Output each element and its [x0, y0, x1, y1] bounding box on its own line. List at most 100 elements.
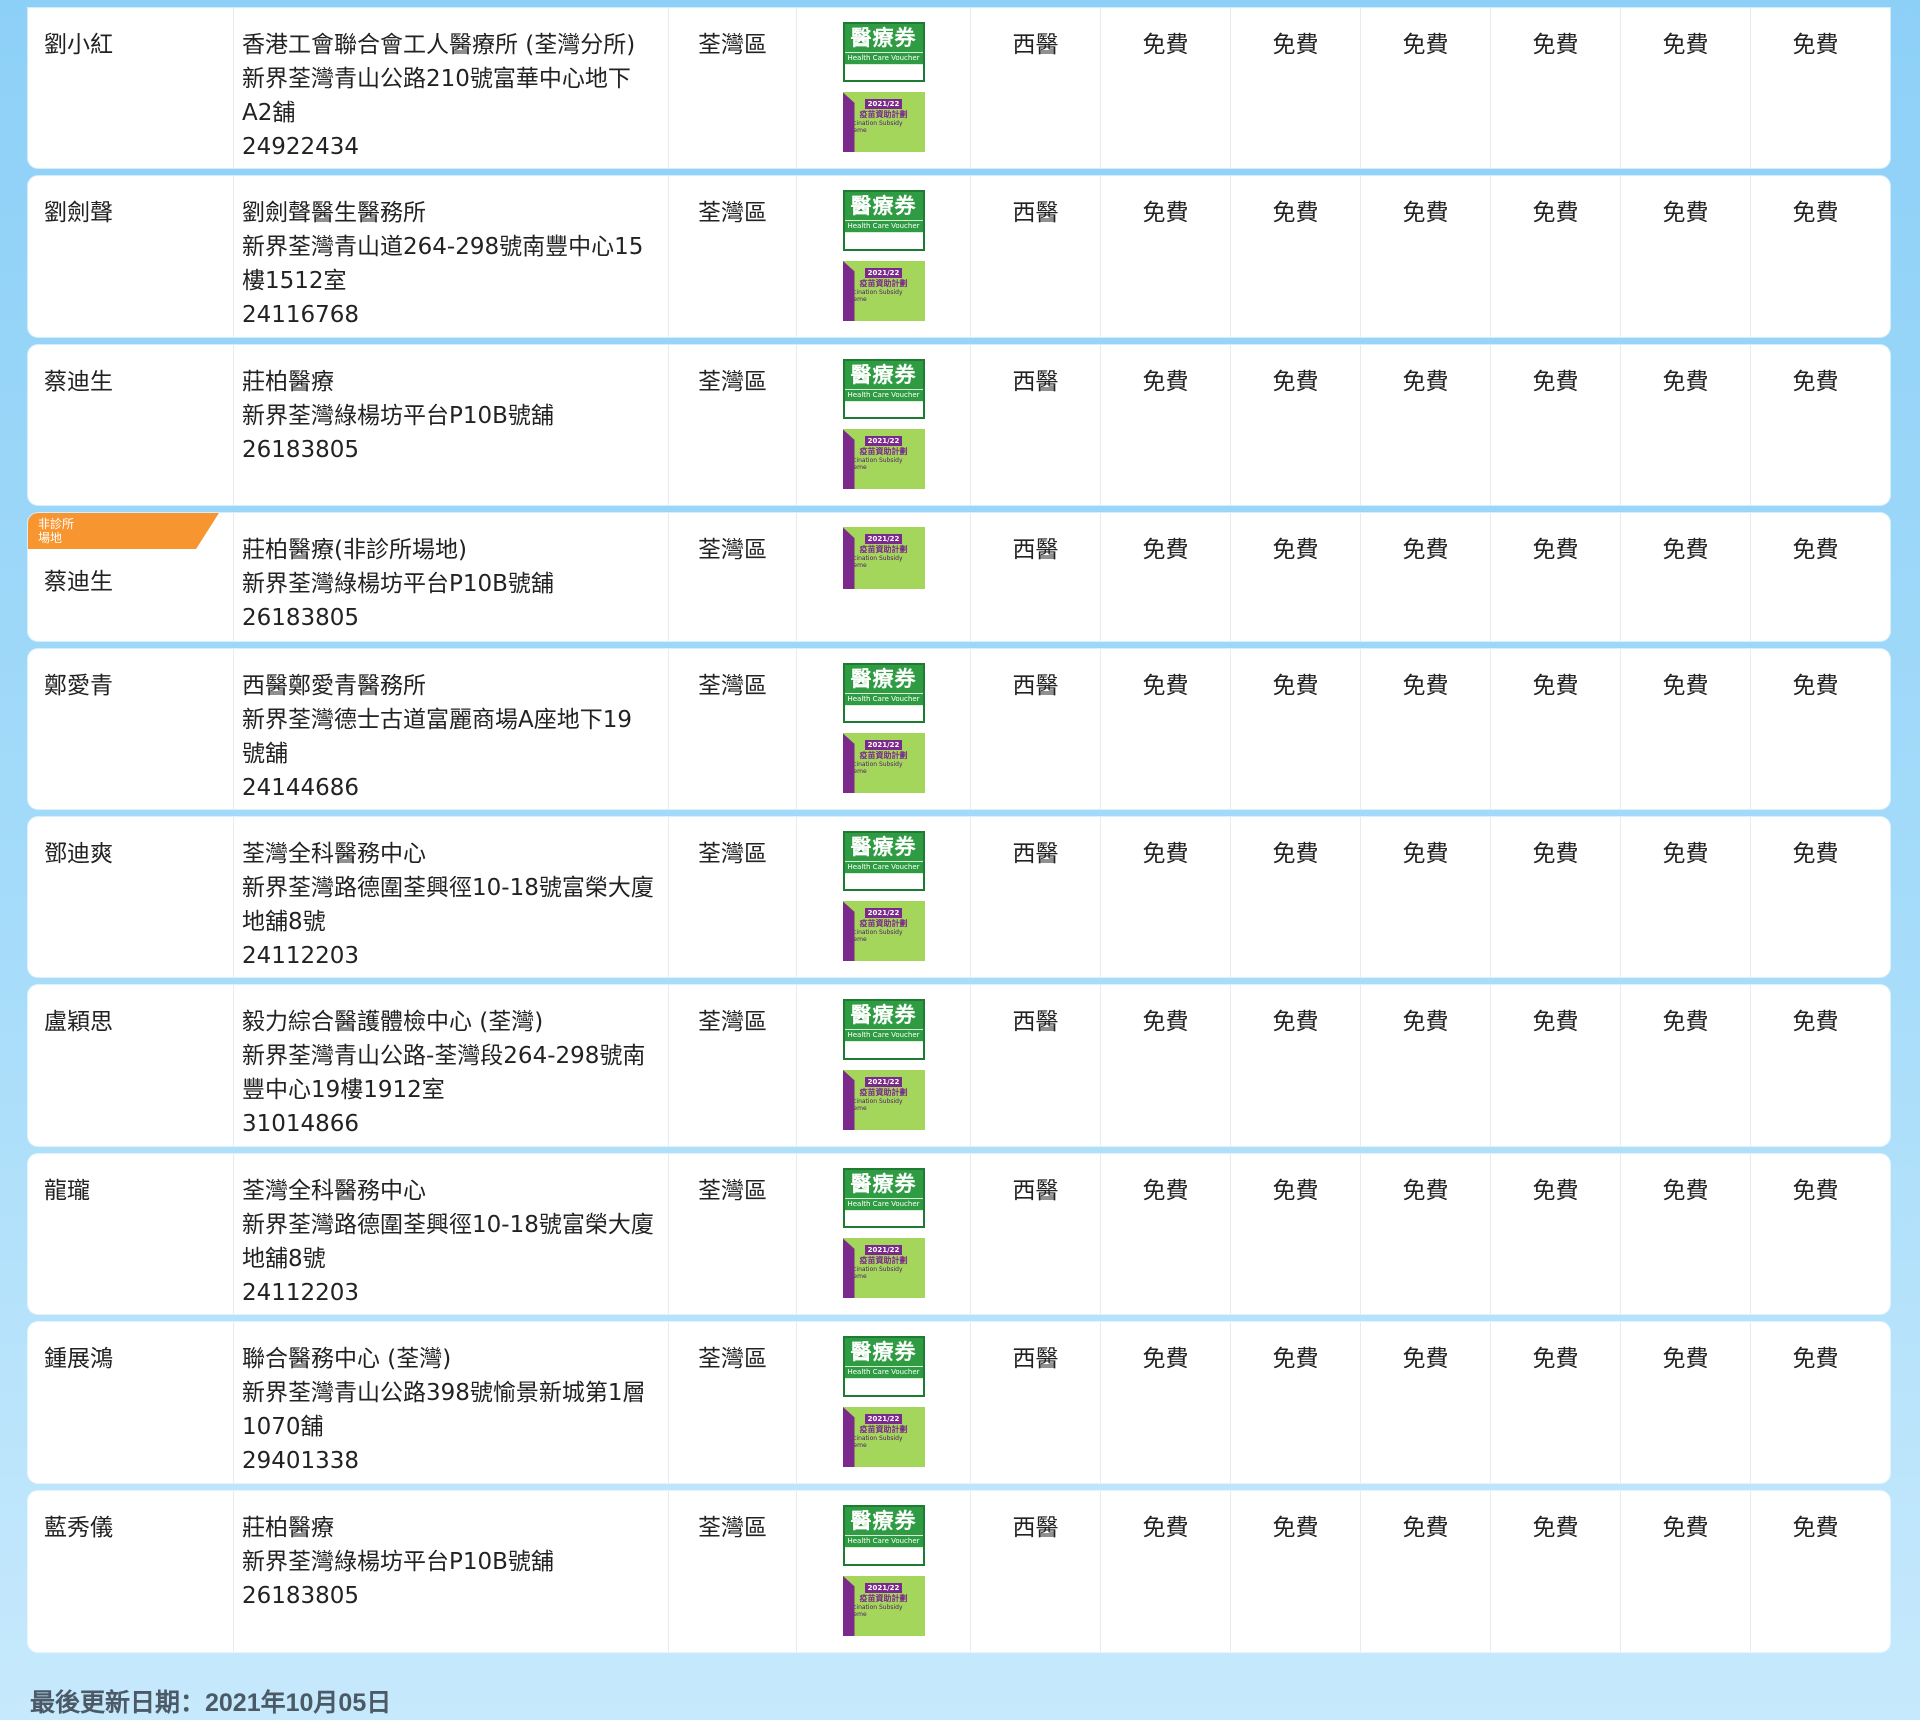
table-row: 鄭愛青 西醫鄭愛青醫務所 新界荃灣德士古道富麗商場A座地下19號舖 241446… — [28, 649, 1890, 809]
fee-cell: 免費 — [1491, 8, 1621, 168]
clinic-phone[interactable]: 24112203 — [242, 939, 654, 973]
fee-cell: 免費 — [1361, 1491, 1491, 1652]
doctor-name-cell: 非診所 場地蔡迪生 — [28, 513, 234, 641]
scheme-cell: 醫療券 Health Care Voucher 2021/22 疫苗資助計劃 V… — [797, 985, 971, 1146]
doctor-type-cell: 西醫 — [971, 985, 1101, 1146]
doctor-type-cell: 西醫 — [971, 8, 1101, 168]
clinic-phone[interactable]: 26183805 — [242, 1579, 654, 1613]
doctor-name-cell: 劉小紅 — [28, 8, 234, 168]
health-care-voucher-icon: 醫療券 Health Care Voucher — [842, 1168, 925, 1229]
fee-cell: 免費 — [1231, 8, 1361, 168]
fee-cell: 免費 — [1101, 345, 1231, 505]
clinic-info-cell: 莊柏醫療(非診所場地) 新界荃灣綠楊坊平台P10B號舖 26183805 — [234, 513, 669, 641]
clinic-address: 新界荃灣路德圍荃興徑10-18號富榮大廈地舖8號 — [242, 875, 654, 935]
clinic-phone[interactable]: 29401338 — [242, 1444, 654, 1478]
doctor-name[interactable]: 藍秀儀 — [44, 1511, 219, 1545]
district-cell: 荃灣區 — [669, 8, 797, 168]
district-cell: 荃灣區 — [669, 649, 797, 809]
doctor-name-cell: 盧穎思 — [28, 985, 234, 1146]
fee-cell: 免費 — [1361, 176, 1491, 337]
fee-cell: 免費 — [1621, 513, 1751, 641]
fee-cell: 免費 — [1101, 8, 1231, 168]
table-row: 藍秀儀 莊柏醫療 新界荃灣綠楊坊平台P10B號舖 26183805 荃灣區 醫療… — [28, 1491, 1890, 1652]
clinic-info-cell: 劉劍聲醫生醫務所 新界荃灣青山道264-298號南豐中心15樓1512室 241… — [234, 176, 669, 337]
fee-cell: 免費 — [1792, 673, 1839, 699]
non-clinic-badge: 非診所 場地 — [28, 513, 219, 549]
clinic-name: 西醫鄭愛青醫務所 — [242, 673, 426, 699]
fee-cell: 免費 — [1792, 1346, 1839, 1372]
doctor-name[interactable]: 鄧迪爽 — [44, 837, 219, 871]
clinic-info-cell: 聯合醫務中心 (荃灣) 新界荃灣青山公路398號愉景新城第1層1070舖 294… — [234, 1322, 669, 1483]
fee-cell: 免費 — [1792, 841, 1839, 867]
fee-cell: 免費 — [1491, 345, 1621, 505]
clinic-name: 劉劍聲醫生醫務所 — [242, 200, 426, 226]
table-row: 非診所 場地蔡迪生 莊柏醫療(非診所場地) 新界荃灣綠楊坊平台P10B號舖 26… — [28, 513, 1890, 641]
district-cell: 荃灣區 — [669, 1154, 797, 1314]
clinic-phone[interactable]: 24116768 — [242, 298, 654, 332]
clinic-phone[interactable]: 24144686 — [242, 771, 654, 805]
health-care-voucher-icon: 醫療券 Health Care Voucher — [842, 190, 925, 251]
clinic-address: 新界荃灣青山道264-298號南豐中心15樓1512室 — [242, 234, 644, 294]
scheme-cell: 醫療券 Health Care Voucher 2021/22 疫苗資助計劃 V… — [797, 649, 971, 809]
doctor-name[interactable]: 劉小紅 — [44, 28, 219, 62]
vaccination-subsidy-scheme-icon: 2021/22 疫苗資助計劃 Vaccination Subsidy Schem… — [842, 92, 925, 152]
fee-cell: 免費 — [1621, 345, 1751, 505]
clinic-info-cell: 荃灣全科醫務中心 新界荃灣路德圍荃興徑10-18號富榮大廈地舖8號 241122… — [234, 1154, 669, 1314]
doctor-type-cell: 西醫 — [971, 649, 1101, 809]
fee-cell: 免費 — [1361, 985, 1491, 1146]
vaccination-subsidy-scheme-icon: 2021/22 疫苗資助計劃 Vaccination Subsidy Schem… — [842, 527, 925, 589]
doctor-name[interactable]: 龍瓏 — [44, 1174, 219, 1208]
fee-cell: 免費 — [1792, 1515, 1839, 1541]
district-cell: 荃灣區 — [669, 345, 797, 505]
fee-cell: 免費 — [1231, 176, 1361, 337]
fee-cell: 免費 — [1621, 649, 1751, 809]
health-care-voucher-icon: 醫療券 Health Care Voucher — [842, 359, 925, 420]
scheme-cell: 醫療券 Health Care Voucher 2021/22 疫苗資助計劃 V… — [797, 8, 971, 168]
scheme-cell: 醫療券 Health Care Voucher 2021/22 疫苗資助計劃 V… — [797, 345, 971, 505]
doctor-name[interactable]: 鍾展鴻 — [44, 1342, 219, 1376]
clinic-name: 莊柏醫療 — [242, 1515, 334, 1541]
clinic-phone[interactable]: 24922434 — [242, 130, 654, 164]
fee-cell: 免費 — [1231, 345, 1361, 505]
clinic-address: 新界荃灣青山公路210號富華中心地下A2舖 — [242, 66, 631, 126]
doctor-name[interactable]: 劉劍聲 — [44, 196, 219, 230]
doctor-name[interactable]: 盧穎思 — [44, 1005, 219, 1039]
clinic-address: 新界荃灣青山公路398號愉景新城第1層1070舖 — [242, 1380, 646, 1440]
doctor-name-cell: 鍾展鴻 — [28, 1322, 234, 1483]
health-care-voucher-icon: 醫療券 Health Care Voucher — [842, 1505, 925, 1566]
doctor-name-cell: 蔡迪生 — [28, 345, 234, 505]
table-row: 盧穎思 毅力綜合醫護體檢中心 (荃灣) 新界荃灣青山公路-荃灣段264-298號… — [28, 985, 1890, 1146]
clinic-phone[interactable]: 26183805 — [242, 433, 654, 467]
clinic-phone[interactable]: 26183805 — [242, 601, 654, 635]
fee-cell: 免費 — [1231, 985, 1361, 1146]
doctor-name[interactable]: 蔡迪生 — [44, 565, 219, 599]
table-row: 劉小紅 香港工會聯合會工人醫療所 (荃灣分所) 新界荃灣青山公路210號富華中心… — [28, 8, 1890, 168]
last-updated-text: 最後更新日期：2021年10月05日 — [30, 1689, 392, 1717]
fee-cell: 免費 — [1792, 200, 1839, 226]
clinic-info-cell: 莊柏醫療 新界荃灣綠楊坊平台P10B號舖 26183805 — [234, 1491, 669, 1652]
fee-cell: 免費 — [1231, 649, 1361, 809]
clinic-name: 香港工會聯合會工人醫療所 (荃灣分所) — [242, 32, 636, 58]
fee-cell: 免費 — [1792, 32, 1839, 58]
table-row: 蔡迪生 莊柏醫療 新界荃灣綠楊坊平台P10B號舖 26183805 荃灣區 醫療… — [28, 345, 1890, 505]
doctor-name-cell: 鄭愛青 — [28, 649, 234, 809]
doctor-name[interactable]: 鄭愛青 — [44, 669, 219, 703]
clinic-address: 新界荃灣綠楊坊平台P10B號舖 — [242, 571, 554, 597]
district-cell: 荃灣區 — [669, 1491, 797, 1652]
clinic-address: 新界荃灣德士古道富麗商場A座地下19號舖 — [242, 707, 633, 767]
doctor-type-cell: 西醫 — [971, 513, 1101, 641]
doctor-name[interactable]: 蔡迪生 — [44, 365, 219, 399]
doctor-type-cell: 西醫 — [971, 1322, 1101, 1483]
clinic-info-cell: 毅力綜合醫護體檢中心 (荃灣) 新界荃灣青山公路-荃灣段264-298號南豐中心… — [234, 985, 669, 1146]
vaccination-subsidy-scheme-icon: 2021/22 疫苗資助計劃 Vaccination Subsidy Schem… — [842, 733, 925, 793]
fee-cell: 免費 — [1491, 1154, 1621, 1314]
clinic-address: 新界荃灣綠楊坊平台P10B號舖 — [242, 403, 554, 429]
clinic-phone[interactable]: 24112203 — [242, 1276, 654, 1310]
fee-cell: 免費 — [1491, 1491, 1621, 1652]
clinic-phone[interactable]: 31014866 — [242, 1107, 654, 1141]
fee-cell: 免費 — [1491, 513, 1621, 641]
clinic-name: 莊柏醫療(非診所場地) — [242, 537, 467, 563]
fee-cell: 免費 — [1621, 1154, 1751, 1314]
fee-cell: 免費 — [1792, 369, 1839, 395]
fee-cell: 免費 — [1101, 1322, 1231, 1483]
